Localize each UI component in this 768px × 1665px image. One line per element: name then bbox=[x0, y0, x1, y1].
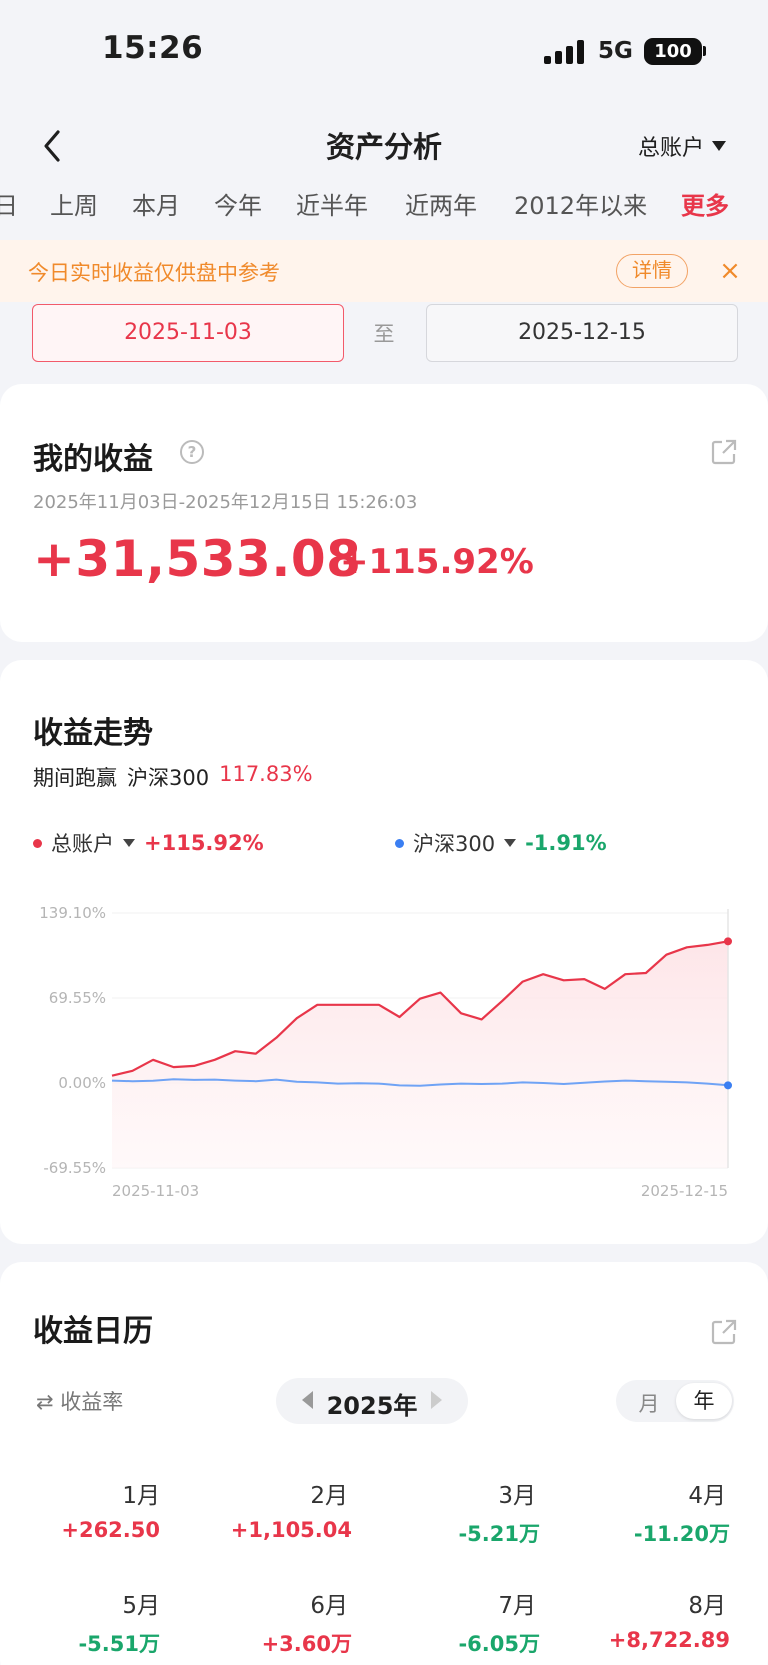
period-tabs: 日 上周 本月 今年 近半年 近两年 2012年以来 更多 bbox=[0, 186, 768, 226]
month-label: 6月 bbox=[310, 1593, 348, 1619]
month-label: 8月 bbox=[688, 1593, 726, 1619]
caret-down-icon bbox=[123, 839, 135, 847]
segment-month[interactable]: 月 bbox=[626, 1388, 672, 1418]
rate-toggle[interactable]: ⇄ 收益率 bbox=[36, 1386, 123, 1416]
earnings-title: 我的收益 bbox=[33, 442, 153, 477]
month-value[interactable]: -5.21万 bbox=[370, 1518, 540, 1548]
month-value[interactable]: -6.05万 bbox=[370, 1628, 540, 1658]
tab-more[interactable]: 更多 bbox=[681, 186, 729, 221]
month-value[interactable]: +262.50 bbox=[0, 1518, 160, 1542]
share-icon[interactable] bbox=[710, 438, 738, 466]
earnings-period: 2025年11月03日-2025年12月15日 15:26:03 bbox=[33, 492, 418, 513]
account-selector[interactable]: 总账户 bbox=[638, 130, 727, 162]
tab-day[interactable]: 日 bbox=[0, 186, 18, 221]
battery-tip bbox=[703, 46, 706, 56]
month-value[interactable]: -5.51万 bbox=[0, 1628, 160, 1658]
month-label: 5月 bbox=[122, 1593, 160, 1619]
x-tick-label: 2025-12-15 bbox=[641, 1182, 728, 1200]
y-tick-label: 139.10% bbox=[39, 904, 106, 922]
tab-this-year[interactable]: 今年 bbox=[214, 186, 262, 221]
calendar-title: 收益日历 bbox=[33, 1314, 153, 1349]
month-value[interactable]: -11.20万 bbox=[560, 1518, 730, 1548]
account-label: 总账户 bbox=[638, 136, 705, 161]
rate-toggle-label: 收益率 bbox=[60, 1390, 124, 1414]
month-label: 7月 bbox=[498, 1593, 536, 1619]
y-tick-label: 69.55% bbox=[49, 989, 106, 1007]
legend-account-name: 总账户 bbox=[51, 832, 114, 856]
notice-text: 今日实时收益仅供盘中参考 bbox=[28, 261, 280, 285]
legend-benchmark-value: -1.91% bbox=[525, 831, 607, 855]
network-type: 5G bbox=[598, 38, 633, 64]
beat-label: 期间跑赢 bbox=[33, 766, 117, 790]
benchmark-end-dot bbox=[724, 1081, 732, 1090]
signal-icon bbox=[544, 40, 586, 64]
tab-half-year[interactable]: 近半年 bbox=[296, 186, 368, 221]
month-label: 1月 bbox=[122, 1483, 160, 1509]
share-icon[interactable] bbox=[710, 1318, 738, 1346]
month-label: 3月 bbox=[498, 1483, 536, 1509]
date-separator: 至 bbox=[373, 322, 395, 346]
month-label: 4月 bbox=[688, 1483, 726, 1509]
month-value[interactable]: +3.60万 bbox=[182, 1628, 352, 1658]
notice-banner: 今日实时收益仅供盘中参考 详情 × bbox=[0, 240, 768, 302]
end-date-field[interactable]: 2025-12-15 bbox=[426, 304, 738, 362]
tab-this-month[interactable]: 本月 bbox=[132, 186, 180, 221]
beat-value: 117.83% bbox=[219, 762, 313, 786]
beat-benchmark: 沪深300 bbox=[127, 766, 210, 790]
status-time: 15:26 bbox=[102, 30, 204, 66]
close-icon[interactable]: × bbox=[716, 254, 744, 288]
month-value[interactable]: +8,722.89 bbox=[560, 1628, 730, 1652]
month-value[interactable]: +1,105.04 bbox=[182, 1518, 352, 1542]
start-date-field[interactable]: 2025-11-03 bbox=[32, 304, 344, 362]
swap-icon: ⇄ bbox=[36, 1390, 61, 1414]
legend-dot-benchmark bbox=[395, 838, 404, 848]
details-button[interactable]: 详情 bbox=[616, 254, 688, 288]
tab-since-2012[interactable]: 2012年以来 bbox=[514, 186, 647, 221]
account-end-dot bbox=[724, 937, 732, 946]
caret-down-icon bbox=[712, 141, 727, 151]
tab-two-years[interactable]: 近两年 bbox=[405, 186, 477, 221]
month-label: 2月 bbox=[310, 1483, 348, 1509]
segment-year[interactable]: 年 bbox=[676, 1383, 732, 1419]
trend-title: 收益走势 bbox=[33, 716, 153, 751]
account-area bbox=[112, 941, 728, 1168]
earnings-amount: +31,533.08 bbox=[33, 530, 362, 588]
tab-last-week[interactable]: 上周 bbox=[50, 186, 98, 221]
legend-benchmark[interactable]: 沪深300 -1.91% bbox=[395, 828, 607, 858]
earnings-pct: +115.92% bbox=[340, 542, 534, 582]
trend-chart[interactable]: 139.10% 69.55% 0.00% -69.55% 2025-11-03 2025-… bbox=[0, 890, 768, 1210]
battery-icon: 100 bbox=[644, 38, 702, 65]
legend-account-value: +115.92% bbox=[144, 831, 264, 855]
legend-dot-account bbox=[33, 838, 42, 848]
help-icon[interactable]: ? bbox=[180, 440, 204, 464]
next-year-icon[interactable] bbox=[431, 1391, 442, 1409]
y-tick-label: -69.55% bbox=[43, 1159, 106, 1177]
beat-row: 期间跑赢 沪深300 117.83% bbox=[33, 762, 313, 792]
earnings-card: 我的收益 ? 2025年11月03日-2025年12月15日 15:26:03 … bbox=[0, 384, 768, 642]
legend-account[interactable]: 总账户 +115.92% bbox=[33, 828, 264, 858]
x-tick-label: 2025-11-03 bbox=[112, 1182, 199, 1200]
y-tick-label: 0.00% bbox=[58, 1074, 106, 1092]
caret-down-icon bbox=[504, 839, 517, 847]
legend-benchmark-name: 沪深300 bbox=[413, 832, 496, 856]
